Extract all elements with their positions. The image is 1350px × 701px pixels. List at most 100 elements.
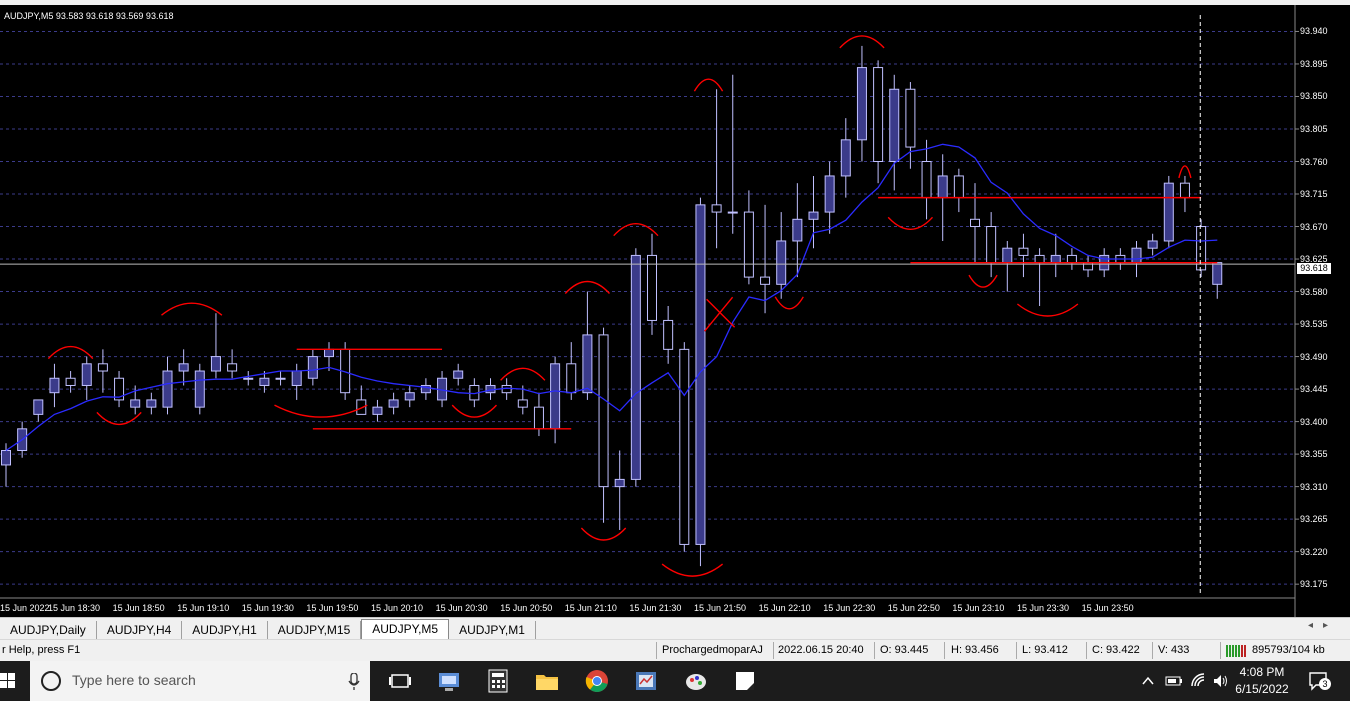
candle — [1018, 233, 1029, 278]
calculator-icon[interactable] — [486, 669, 510, 693]
swing-low-arc — [580, 527, 627, 541]
candle — [711, 89, 722, 249]
status-profile: ProchargedmoparAJ — [662, 644, 763, 656]
y-tick-label: 93.760 — [1300, 156, 1328, 167]
candle — [453, 363, 464, 386]
candle — [1002, 240, 1013, 292]
tab-audjpy-m5[interactable]: AUDJPY,M5 — [361, 619, 450, 639]
tab-audjpy-daily[interactable]: AUDJPY,Daily — [0, 621, 97, 639]
candle — [921, 139, 932, 220]
candle — [873, 60, 884, 184]
taskbar-clock[interactable]: 4:08 PM 6/15/2022 — [1232, 664, 1292, 698]
candle — [824, 161, 835, 234]
chevron-up-icon[interactable] — [1140, 673, 1156, 689]
battery-icon[interactable] — [1165, 673, 1183, 689]
notifications-icon[interactable]: 3 — [1308, 671, 1331, 691]
tab-scroll-arrows[interactable]: ◂▸ — [1308, 620, 1338, 631]
candle — [647, 233, 657, 335]
x-tick-label: 15 Jun 21:10 — [564, 603, 617, 613]
y-tick-label: 93.445 — [1300, 384, 1328, 395]
candle — [1147, 233, 1158, 256]
volume-icon[interactable] — [1212, 672, 1230, 690]
status-high: H: 93.456 — [951, 644, 999, 656]
sticky-notes-icon[interactable] — [733, 669, 757, 693]
status-bar: r Help, press F1 ProchargedmoparAJ 2022.… — [0, 639, 1350, 662]
candle — [1083, 255, 1094, 278]
tab-audjpy-m1[interactable]: AUDJPY,M1 — [449, 621, 536, 639]
candlestick-chart[interactable] — [0, 5, 1350, 617]
candle — [1050, 233, 1061, 278]
swing-low-arc — [887, 216, 934, 230]
candle — [1066, 248, 1077, 270]
task-view-icon[interactable] — [388, 669, 412, 693]
y-tick-label: 93.715 — [1300, 189, 1328, 199]
x-tick-label: 15 Jun 20:10 — [371, 603, 424, 613]
status-help: r Help, press F1 — [2, 644, 81, 656]
y-tick-label: 93.400 — [1300, 416, 1328, 427]
x-tick-label: 15 Jun 21:30 — [629, 603, 682, 613]
tab-audjpy-h4[interactable]: AUDJPY,H4 — [97, 621, 183, 639]
cortana-circle-icon — [41, 671, 61, 691]
candle — [776, 212, 787, 299]
y-tick-label: 93.940 — [1300, 26, 1328, 37]
status-separator — [944, 642, 945, 659]
tab-audjpy-h1[interactable]: AUDJPY,H1 — [182, 621, 268, 639]
y-tick-label: 93.670 — [1300, 221, 1328, 232]
candle — [808, 175, 819, 249]
status-separator — [1016, 642, 1017, 659]
tab-audjpy-m15[interactable]: AUDJPY,M15 — [268, 621, 362, 639]
x-tick-label: 15 Jun 22:30 — [823, 603, 876, 613]
candle — [146, 392, 157, 415]
candle — [663, 306, 674, 364]
status-close: C: 93.422 — [1092, 644, 1140, 656]
chart-symbol-header: AUDJPY,M5 93.583 93.618 93.569 93.618 — [4, 11, 174, 21]
candle — [1212, 262, 1223, 299]
swing-low-arc — [774, 296, 804, 310]
paint-app-icon[interactable] — [684, 669, 708, 693]
candle — [49, 363, 60, 408]
x-tick-label: 15 Jun 2022 — [0, 603, 50, 613]
status-separator — [1220, 642, 1221, 659]
chart-area[interactable]: AUDJPY,M5 93.583 93.618 93.569 93.618 93… — [0, 5, 1350, 617]
connection-bars-icon[interactable] — [1226, 643, 1248, 660]
candle — [114, 371, 125, 408]
x-tick-label: 15 Jun 20:50 — [500, 603, 553, 613]
x-tick-label: 15 Jun 18:50 — [112, 603, 165, 613]
candle — [889, 74, 900, 191]
candle — [840, 118, 851, 198]
y-tick-label: 93.265 — [1300, 514, 1328, 525]
wifi-icon[interactable] — [1190, 672, 1208, 690]
status-open: O: 93.445 — [880, 644, 929, 656]
moving-average-line — [5, 143, 1218, 452]
candle — [905, 82, 916, 169]
candle — [695, 197, 706, 567]
candle — [614, 450, 625, 530]
status-separator — [874, 642, 875, 659]
clock-time: 4:08 PM — [1239, 665, 1285, 679]
candle — [679, 342, 690, 552]
candle — [856, 45, 867, 162]
x-tick-label: 15 Jun 21:50 — [694, 603, 747, 613]
y-tick-label: 93.580 — [1300, 286, 1328, 297]
windows-start-icon[interactable] — [0, 673, 16, 689]
candle — [727, 74, 738, 234]
chrome-icon[interactable] — [585, 669, 609, 693]
taskbar-search-box[interactable]: Type here to search — [30, 661, 370, 701]
candle — [404, 385, 415, 408]
x-tick-label: 15 Jun 19:50 — [306, 603, 359, 613]
microphone-icon[interactable] — [348, 673, 360, 691]
candle — [33, 399, 44, 422]
file-explorer-icon[interactable] — [535, 669, 559, 693]
swing-high-arc — [613, 223, 659, 237]
metatrader-app-icon[interactable] — [634, 669, 658, 693]
current-price-tag: 93.618 — [1297, 263, 1331, 275]
swing-low-arc — [968, 274, 998, 288]
swing-high-arc — [500, 367, 546, 381]
candle — [550, 356, 561, 444]
y-tick-label: 93.175 — [1300, 579, 1328, 590]
y-tick-label: 93.310 — [1300, 481, 1328, 492]
candle — [97, 349, 108, 393]
network-monitor-app-icon[interactable] — [437, 669, 461, 693]
y-tick-label: 93.220 — [1300, 546, 1328, 557]
candle — [324, 342, 334, 372]
